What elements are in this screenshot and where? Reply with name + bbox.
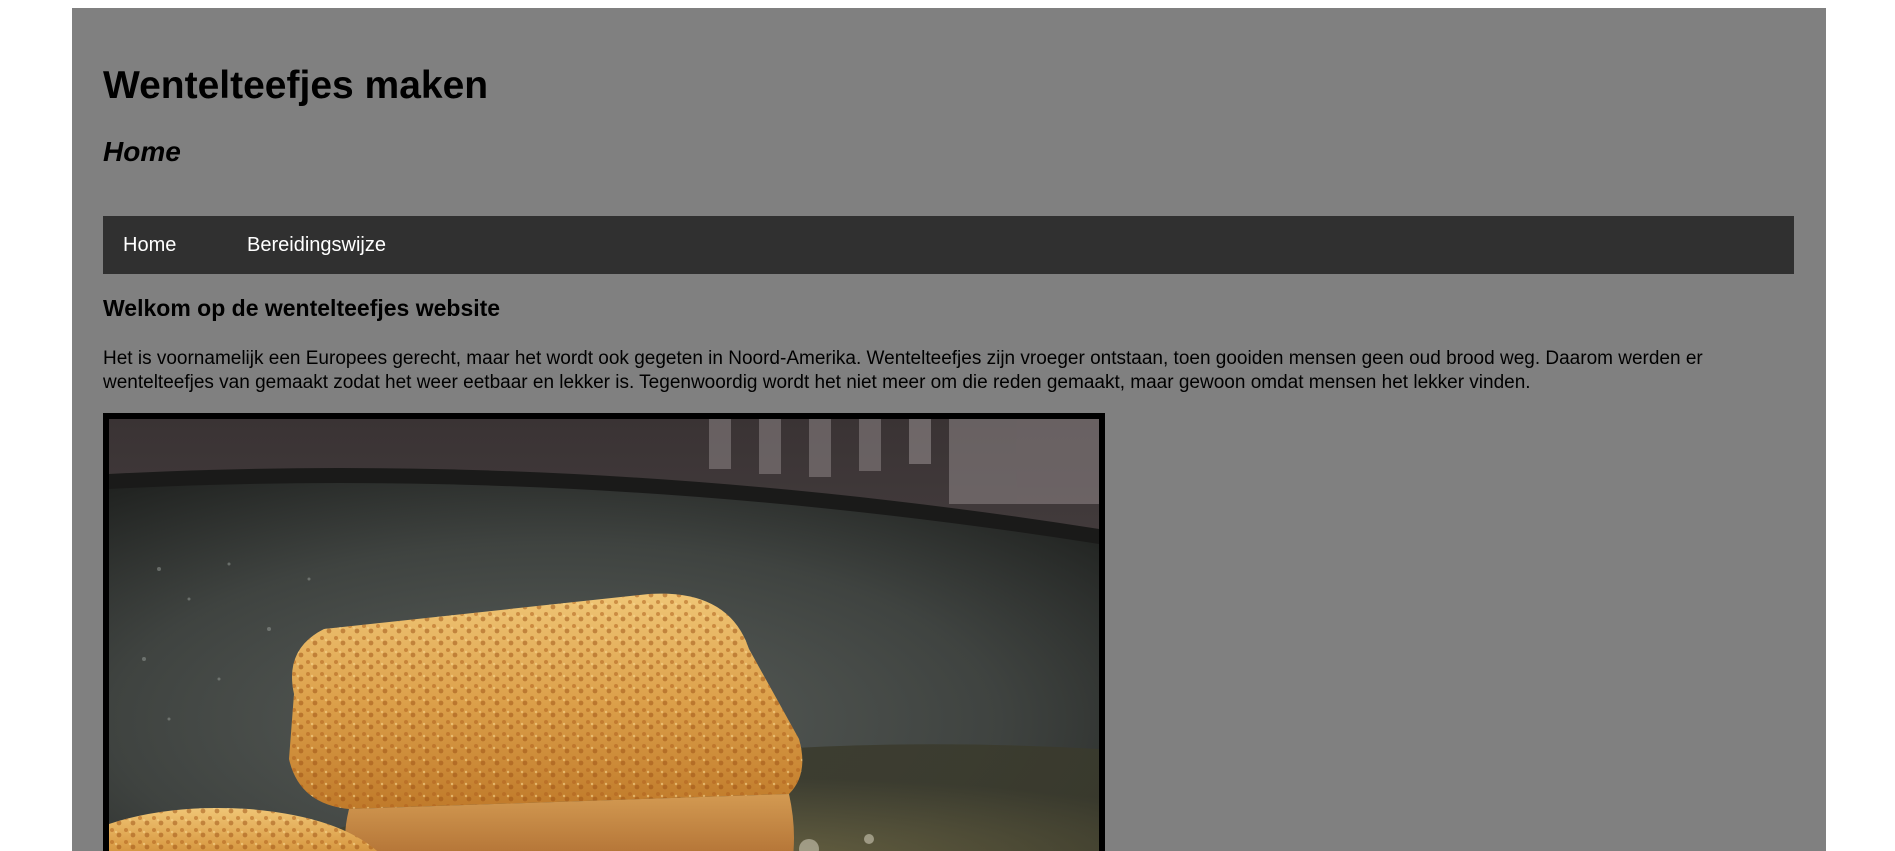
nav-link-home[interactable]: Home	[123, 216, 176, 274]
page-subtitle: Home	[103, 136, 181, 167]
page-container: Wentelteefjes maken Home Home Bereidings…	[72, 8, 1826, 851]
french-toast-photo	[109, 419, 1099, 851]
intro-paragraph: Het is voornamelijk een Europees gerecht…	[103, 348, 1703, 393]
site-title: Wentelteefjes maken	[103, 64, 489, 107]
welcome-heading: Welkom op de wentelteefjes website	[103, 295, 501, 321]
nav-link-bereidingswijze[interactable]: Bereidingswijze	[247, 216, 386, 274]
main-navigation: Home Bereidingswijze	[103, 216, 1794, 274]
photo-frame	[103, 413, 1105, 851]
